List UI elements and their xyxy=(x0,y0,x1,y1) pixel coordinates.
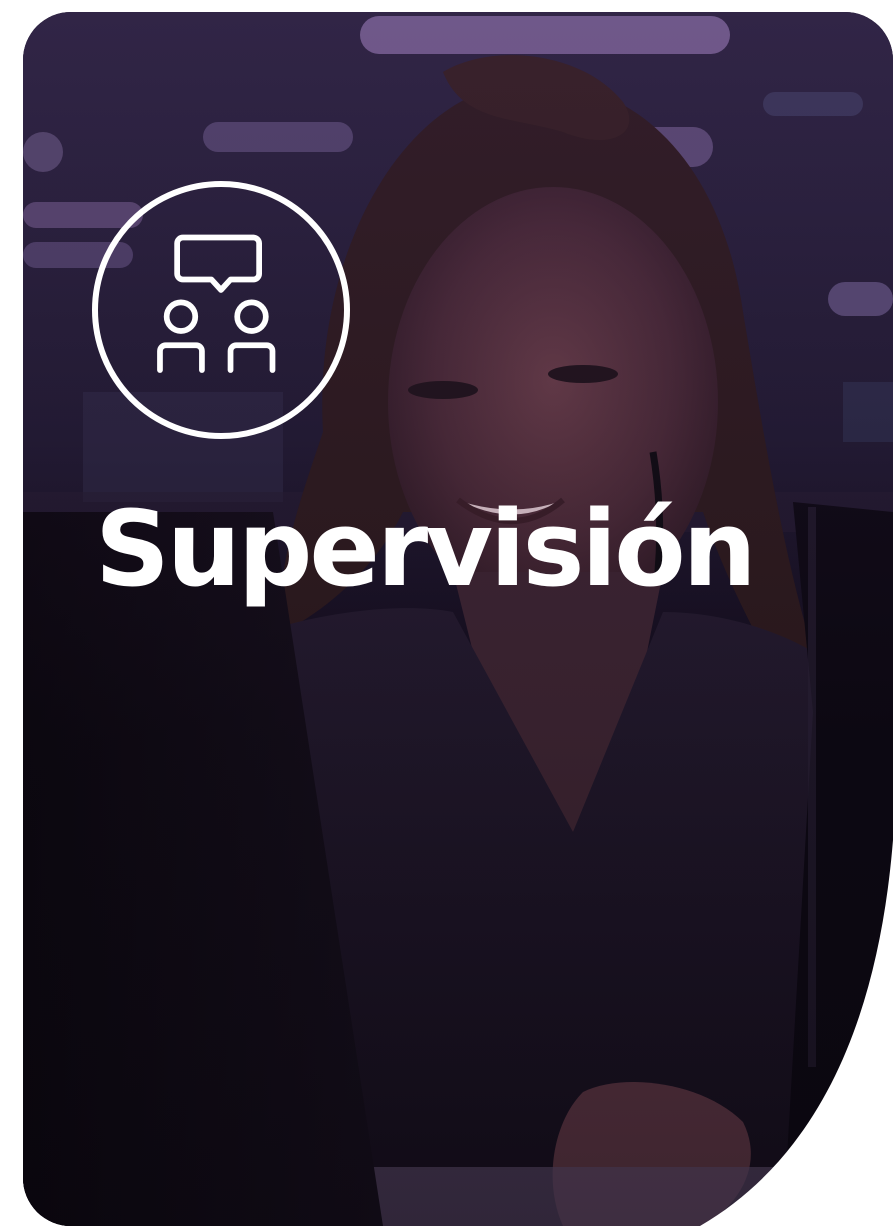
supervision-badge xyxy=(92,181,350,439)
page-title: Supervisión xyxy=(95,488,757,610)
supervision-chat-people-icon xyxy=(157,234,276,373)
supervision-card[interactable]: Supervisión xyxy=(23,12,893,1226)
